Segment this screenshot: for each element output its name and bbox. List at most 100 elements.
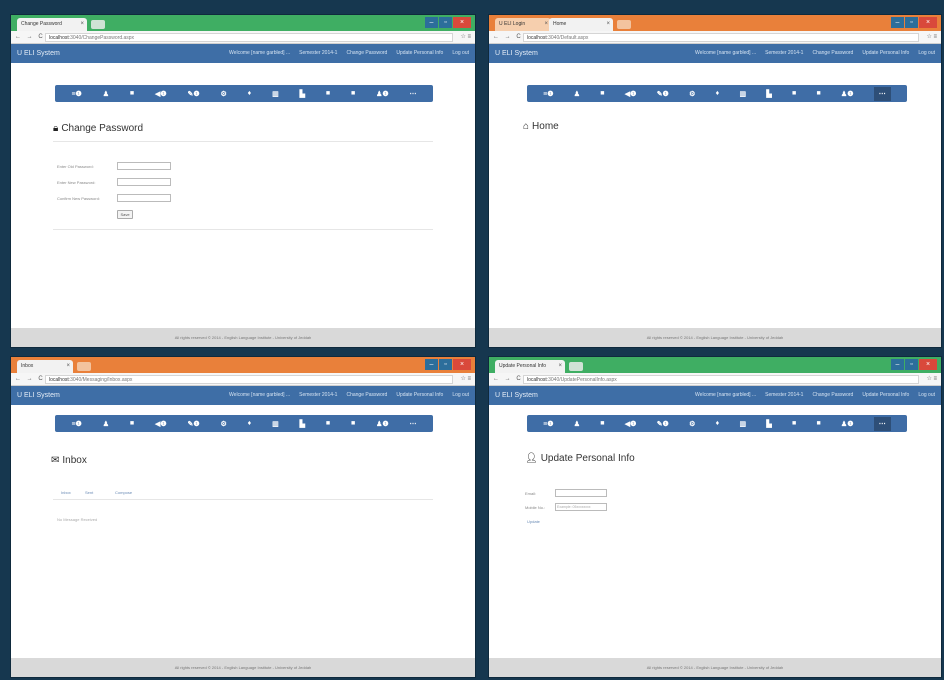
diamond-icon[interactable]: ♦: [716, 90, 720, 97]
star-icon[interactable]: ☆ ≡: [926, 31, 937, 44]
grid-icon[interactable]: ▥: [272, 90, 279, 98]
nav-welcome[interactable]: Welcome [name garbled] ...: [229, 392, 290, 398]
url-field[interactable]: localhost:3040/ChangePassword.aspx: [45, 33, 453, 42]
nav-change-password[interactable]: Change Password: [812, 50, 853, 56]
gear-icon[interactable]: ⚙: [689, 90, 695, 98]
chart-icon[interactable]: ▙: [300, 90, 305, 98]
nav-buttons[interactable]: ← → C: [493, 31, 523, 44]
edit-icon[interactable]: ✎❶: [657, 90, 669, 98]
square-icon[interactable]: ■: [600, 90, 604, 97]
star-icon[interactable]: ☆ ≡: [926, 373, 937, 386]
nav-logout[interactable]: Log out: [918, 392, 935, 398]
minimize-button[interactable]: –: [891, 17, 904, 28]
maximize-button[interactable]: ▫: [905, 359, 918, 370]
new-tab-button[interactable]: [77, 362, 91, 371]
box-icon[interactable]: ■: [326, 420, 330, 427]
old-password-field[interactable]: [117, 162, 171, 170]
close-button[interactable]: ×: [453, 17, 471, 28]
chart-icon[interactable]: ▙: [300, 420, 305, 428]
edit-icon[interactable]: ✎❶: [188, 420, 200, 428]
users-icon[interactable]: ♟❶: [376, 90, 389, 98]
more-icon[interactable]: ⋯: [410, 90, 417, 98]
update-button[interactable]: Update: [527, 519, 540, 524]
diamond-icon[interactable]: ♦: [248, 420, 252, 427]
tab-close-icon[interactable]: ×: [606, 18, 610, 31]
browser-tab[interactable]: Change Password ×: [17, 18, 87, 31]
menu-icon[interactable]: ≡❶: [543, 90, 553, 98]
nav-welcome[interactable]: Welcome [name garbled] ...: [695, 50, 756, 56]
nav-update-info[interactable]: Update Personal Info: [396, 392, 443, 398]
nav-welcome[interactable]: Welcome [name garbled] ...: [695, 392, 756, 398]
more-icon[interactable]: ⋯: [873, 86, 891, 101]
menu-icon[interactable]: ≡❶: [71, 420, 81, 428]
tab-close-icon[interactable]: ×: [80, 18, 84, 31]
url-field[interactable]: localhost:3040/Messaging/Inbox.aspx: [45, 375, 453, 384]
back-icon[interactable]: ◀❶: [155, 420, 167, 428]
diamond-icon[interactable]: ♦: [716, 420, 720, 427]
mobile-field[interactable]: Example: 05xxxxxxxx: [555, 503, 607, 511]
subtab-sent[interactable]: Sent: [85, 490, 93, 495]
gear-icon[interactable]: ⚙: [689, 420, 695, 428]
url-field[interactable]: localhost:3040/UpdatePersonalInfo.aspx: [523, 375, 919, 384]
book-icon[interactable]: ■: [816, 420, 820, 427]
tab-close-icon[interactable]: ×: [558, 360, 562, 373]
browser-tab-login[interactable]: U ELI Login ×: [495, 18, 551, 31]
nav-update-info[interactable]: Update Personal Info: [862, 392, 909, 398]
browser-tab[interactable]: Update Personal Info ×: [495, 360, 565, 373]
new-tab-button[interactable]: [91, 20, 105, 29]
maximize-button[interactable]: ▫: [439, 17, 452, 28]
nav-logout[interactable]: Log out: [452, 50, 469, 56]
nav-welcome[interactable]: Welcome [name garbled] ...: [229, 50, 290, 56]
more-icon[interactable]: ⋯: [410, 420, 417, 428]
user-icon[interactable]: ♟: [103, 90, 109, 98]
new-password-field[interactable]: [117, 178, 171, 186]
back-icon[interactable]: ◀❶: [625, 90, 637, 98]
minimize-button[interactable]: –: [425, 17, 438, 28]
square-icon[interactable]: ■: [130, 90, 134, 97]
brand[interactable]: U ELI System: [495, 386, 538, 405]
back-icon[interactable]: ◀❶: [625, 420, 637, 428]
nav-semester[interactable]: Semester 2014-1: [299, 392, 337, 398]
box-icon[interactable]: ■: [792, 90, 796, 97]
brand[interactable]: U ELI System: [17, 44, 60, 63]
grid-icon[interactable]: ▥: [739, 90, 746, 98]
tab-close-icon[interactable]: ×: [544, 18, 548, 31]
confirm-password-field[interactable]: [117, 194, 171, 202]
square-icon[interactable]: ■: [600, 420, 604, 427]
close-button[interactable]: ×: [453, 359, 471, 370]
nav-change-password[interactable]: Change Password: [346, 392, 387, 398]
nav-logout[interactable]: Log out: [918, 50, 935, 56]
menu-icon[interactable]: ≡❶: [71, 90, 81, 98]
minimize-button[interactable]: –: [891, 359, 904, 370]
maximize-button[interactable]: ▫: [439, 359, 452, 370]
gear-icon[interactable]: ⚙: [221, 420, 227, 428]
nav-semester[interactable]: Semester 2014-1: [765, 392, 803, 398]
users-icon[interactable]: ♟❶: [841, 420, 854, 428]
brand[interactable]: U ELI System: [495, 44, 538, 63]
tab-close-icon[interactable]: ×: [66, 360, 70, 373]
nav-semester[interactable]: Semester 2014-1: [765, 50, 803, 56]
nav-change-password[interactable]: Change Password: [812, 392, 853, 398]
users-icon[interactable]: ♟❶: [841, 90, 854, 98]
browser-tab[interactable]: Inbox ×: [17, 360, 73, 373]
save-button[interactable]: Save: [117, 210, 133, 219]
user-icon[interactable]: ♟: [103, 420, 109, 428]
nav-update-info[interactable]: Update Personal Info: [396, 50, 443, 56]
user-icon[interactable]: ♟: [574, 420, 580, 428]
menu-icon[interactable]: ≡❶: [543, 420, 553, 428]
close-button[interactable]: ×: [919, 17, 937, 28]
star-icon[interactable]: ☆ ≡: [460, 373, 471, 386]
close-button[interactable]: ×: [919, 359, 937, 370]
box-icon[interactable]: ■: [792, 420, 796, 427]
book-icon[interactable]: ■: [351, 420, 355, 427]
nav-change-password[interactable]: Change Password: [346, 50, 387, 56]
book-icon[interactable]: ■: [351, 90, 355, 97]
browser-tab-home[interactable]: Home ×: [549, 18, 613, 31]
edit-icon[interactable]: ✎❶: [188, 90, 200, 98]
email-field[interactable]: [555, 489, 607, 497]
nav-buttons[interactable]: ← → C: [15, 373, 45, 386]
nav-logout[interactable]: Log out: [452, 392, 469, 398]
user-icon[interactable]: ♟: [574, 90, 580, 98]
back-icon[interactable]: ◀❶: [155, 90, 167, 98]
brand[interactable]: U ELI System: [17, 386, 60, 405]
